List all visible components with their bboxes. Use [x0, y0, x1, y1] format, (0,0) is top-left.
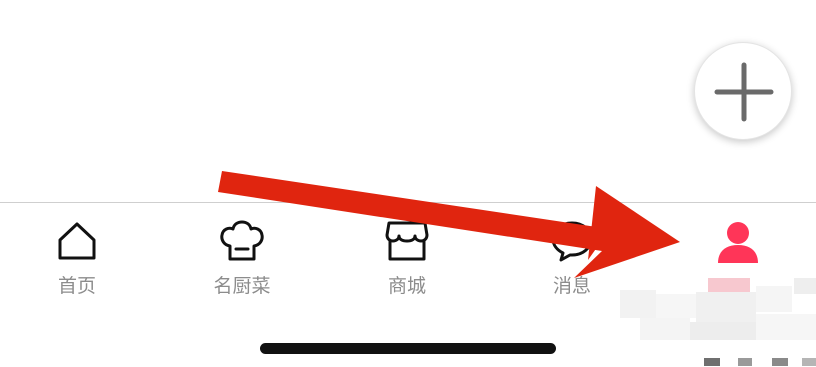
tab-chef-dishes-label: 名厨菜	[213, 275, 271, 297]
chef-hat-icon	[220, 220, 264, 261]
tab-shop-label: 商城	[387, 275, 426, 297]
tab-messages-label: 消息	[552, 275, 591, 297]
home-icon	[58, 222, 96, 260]
tab-chef-dishes[interactable]: 名厨菜	[182, 219, 302, 299]
tab-home[interactable]: 首页	[17, 219, 137, 299]
shop-icon	[385, 221, 429, 261]
add-button[interactable]	[694, 42, 792, 140]
redacted-mosaic	[620, 278, 816, 366]
tab-shop[interactable]: 商城	[347, 219, 467, 299]
chat-bubble-icon	[551, 221, 593, 262]
home-indicator	[260, 343, 556, 354]
plus-icon	[714, 62, 774, 122]
tab-messages[interactable]: 消息	[512, 219, 632, 299]
user-icon	[718, 222, 758, 263]
tab-home-label: 首页	[57, 275, 96, 297]
